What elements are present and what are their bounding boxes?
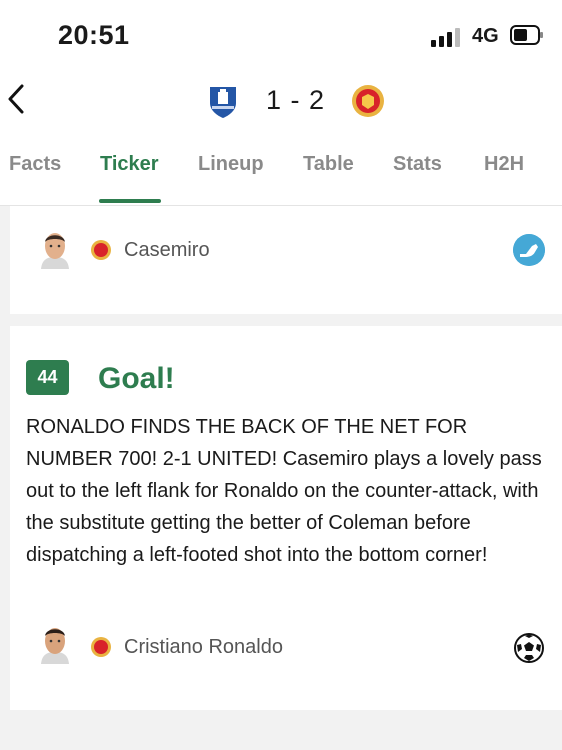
tab-lineup[interactable]: Lineup <box>198 153 264 176</box>
event-title: Goal! <box>98 362 175 395</box>
man-united-crest-icon <box>91 240 111 260</box>
player-name[interactable]: Casemiro <box>124 239 210 262</box>
event-commentary: RONALDO FINDS THE BACK OF THE NET FOR NU… <box>26 416 542 566</box>
signal-icon <box>431 27 463 47</box>
tab-stats[interactable]: Stats <box>393 153 442 176</box>
football-icon <box>514 633 544 663</box>
player-avatar <box>41 628 69 664</box>
tab-bar: Facts Ticker Lineup Table Stats H2H <box>0 153 562 193</box>
player-avatar <box>41 233 69 269</box>
tab-ticker[interactable]: Ticker <box>100 153 159 176</box>
active-tab-indicator <box>99 199 161 203</box>
boot-icon <box>513 234 545 266</box>
tab-table[interactable]: Table <box>303 153 354 176</box>
network-label: 4G <box>472 25 499 47</box>
minute-badge: 44 <box>26 360 69 395</box>
tab-h2h[interactable]: H2H <box>484 153 524 176</box>
match-score: 1 - 2 <box>266 85 326 115</box>
man-united-crest-icon[interactable] <box>351 83 385 119</box>
player-name[interactable]: Cristiano Ronaldo <box>124 636 283 659</box>
tab-facts[interactable]: Facts <box>9 153 61 176</box>
battery-icon <box>510 25 543 45</box>
ticker-goal-card[interactable]: 44 Goal! RONALDO FINDS THE BACK OF THE N… <box>10 326 562 710</box>
status-time: 20:51 <box>58 20 130 50</box>
ticker-event-card[interactable]: Casemiro <box>10 206 562 314</box>
man-united-crest-icon <box>91 637 111 657</box>
status-bar: 20:51 4G <box>0 0 562 70</box>
everton-crest-icon[interactable] <box>206 83 240 119</box>
match-header: 1 - 2 Facts Ticker Lineup Table Stats H2… <box>0 70 562 206</box>
back-chevron-icon[interactable] <box>4 82 34 116</box>
